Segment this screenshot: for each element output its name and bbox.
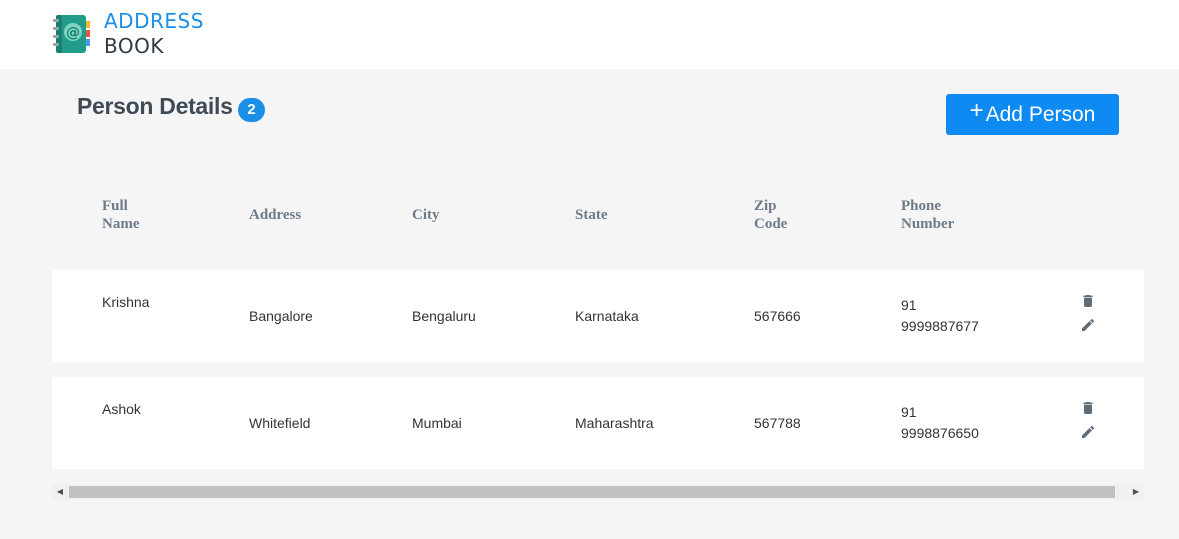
cell-zip-code: 567666 — [754, 308, 801, 324]
column-header-phone-line2: Number — [901, 216, 955, 232]
logo-title-line1: ADDRESS — [104, 9, 204, 33]
table-row: Krishna Bangalore Bengaluru Karnataka 56… — [52, 270, 1144, 362]
column-header-full-name: Full Name — [102, 197, 140, 233]
cell-state: Karnataka — [575, 308, 639, 324]
column-header-full-name-line2: Name — [102, 216, 140, 232]
app-logo-text: ADDRESS BOOK — [104, 9, 204, 59]
svg-text:@: @ — [66, 25, 80, 41]
phone-country-code: 91 — [901, 404, 917, 420]
column-header-phone-number: Phone Number — [901, 197, 954, 233]
add-person-label: Add Person — [985, 103, 1096, 126]
table-row: Ashok Whitefield Mumbai Maharashtra 5677… — [52, 377, 1144, 469]
column-header-state: State — [575, 207, 608, 223]
scroll-right-arrow-icon[interactable]: ▶ — [1128, 484, 1144, 500]
scrollbar-thumb[interactable] — [69, 486, 1115, 498]
cell-city: Bengaluru — [412, 308, 476, 324]
column-header-phone-line1: Phone — [901, 198, 942, 214]
cell-phone-number: 91 9999887677 — [901, 295, 979, 337]
trash-icon[interactable] — [1080, 400, 1096, 416]
cell-state: Maharashtra — [575, 415, 654, 431]
address-book-icon: @ — [52, 13, 92, 55]
app-header: @ ADDRESS BOOK — [0, 0, 1179, 69]
cell-zip-code: 567788 — [754, 415, 801, 431]
scroll-left-arrow-icon[interactable]: ◀ — [52, 484, 68, 500]
logo-title-line2: BOOK — [104, 34, 164, 58]
horizontal-scrollbar[interactable]: ◀ ▶ — [52, 484, 1144, 500]
cell-address: Bangalore — [249, 308, 313, 324]
column-header-zip-line1: Zip — [754, 198, 777, 214]
pencil-icon[interactable] — [1080, 317, 1096, 333]
trash-icon[interactable] — [1080, 293, 1096, 309]
column-header-zip-code: Zip Code — [754, 197, 787, 233]
column-header-city: City — [412, 207, 440, 223]
person-count-badge: 2 — [238, 98, 265, 122]
cell-full-name: Krishna — [102, 294, 150, 310]
phone-number: 9999887677 — [901, 318, 979, 334]
cell-phone-number: 91 9998876650 — [901, 402, 979, 444]
plus-icon: + — [969, 97, 984, 124]
column-header-full-name-line1: Full — [102, 198, 128, 214]
cell-city: Mumbai — [412, 415, 462, 431]
page-title: Person Details — [77, 93, 233, 119]
column-header-address: Address — [249, 207, 302, 223]
add-person-button[interactable]: +Add Person — [946, 94, 1119, 135]
cell-full-name: Ashok — [102, 401, 141, 417]
cell-address: Whitefield — [249, 415, 311, 431]
column-header-zip-line2: Code — [754, 216, 788, 232]
pencil-icon[interactable] — [1080, 424, 1096, 440]
phone-country-code: 91 — [901, 297, 917, 313]
phone-number: 9998876650 — [901, 425, 979, 441]
